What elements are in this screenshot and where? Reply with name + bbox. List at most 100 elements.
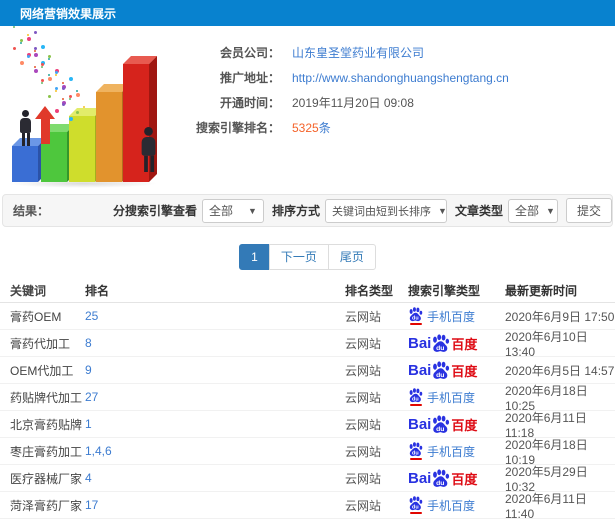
rank-type-cell: 云网站 bbox=[345, 498, 382, 513]
rank-type-cell: 云网站 bbox=[345, 417, 382, 432]
chevron-down-icon: ▼ bbox=[248, 205, 257, 216]
engine-cell: Bai du 百度 bbox=[408, 333, 505, 353]
svg-text:du: du bbox=[436, 425, 444, 432]
engine-label: 手机百度 bbox=[427, 390, 476, 405]
baidu-paw-icon: du bbox=[433, 333, 450, 351]
baidu-paw-icon: du bbox=[433, 468, 450, 486]
article-type-select[interactable]: 全部 ▼ bbox=[507, 198, 558, 223]
rank-cell: 1 bbox=[85, 417, 345, 431]
ranking-count-number: 5325 bbox=[292, 121, 319, 135]
col-engine-type: 搜索引擎类型 bbox=[408, 284, 481, 298]
svg-text:du: du bbox=[412, 451, 419, 457]
rank-link[interactable]: 4 bbox=[85, 471, 92, 485]
baidu-logo: Bai du 百度 bbox=[408, 414, 477, 434]
baidu-paw-icon: du bbox=[433, 414, 450, 432]
company-name-link[interactable]: 山东皇圣堂药业有限公司 bbox=[292, 44, 424, 61]
next-page-button[interactable]: 下一页 bbox=[268, 244, 329, 270]
engine-cell: du 手机百度 bbox=[408, 307, 505, 325]
rank-link[interactable]: 1 bbox=[85, 417, 92, 431]
baidu-logo: Bai du 百度 bbox=[408, 468, 477, 488]
engine-cell: Bai du 百度 bbox=[408, 414, 505, 434]
rank-cell: 9 bbox=[85, 363, 345, 377]
svg-text:du: du bbox=[436, 479, 444, 486]
svg-text:du: du bbox=[412, 397, 419, 403]
rank-link[interactable]: 1,4,6 bbox=[85, 444, 112, 458]
info-row-url: 推广地址： http://www.shandonghuangshengtang.… bbox=[185, 65, 615, 90]
engine-filter-select[interactable]: 全部 ▼ bbox=[201, 198, 264, 223]
baidu-logo: Bai du 百度 bbox=[408, 360, 478, 380]
rank-type-cell: 云网站 bbox=[345, 363, 382, 378]
sort-select[interactable]: 关键词由短到长排序 ▼ bbox=[324, 198, 447, 223]
rank-type-cell: 云网站 bbox=[345, 336, 382, 351]
sort-label: 排序方式 bbox=[271, 204, 320, 218]
rank-cell: 17 bbox=[85, 498, 345, 512]
page-title: 网络营销效果展示 bbox=[20, 6, 117, 21]
bar-chart-illustration bbox=[2, 25, 185, 188]
updated-time-cell: 2020年6月10日 13:40 bbox=[505, 329, 588, 359]
keyword-cell: 膏药代加工 bbox=[10, 336, 71, 351]
baidu-wordmark: Bai bbox=[408, 361, 432, 379]
rank-type-cell: 云网站 bbox=[345, 309, 382, 324]
table-row: 菏泽膏药厂家 17 云网站 du 手机百度 2020年6月11日 11:40 bbox=[0, 492, 615, 520]
svg-text:du: du bbox=[412, 505, 419, 511]
article-type-value: 全部 bbox=[514, 204, 539, 218]
engine-label: 手机百度 bbox=[427, 498, 476, 513]
summary-section: 会员公司： 山东皇圣堂药业有限公司 推广地址： http://www.shand… bbox=[0, 25, 615, 194]
baidu-wordmark: Bai bbox=[408, 334, 432, 352]
rank-cell: 1,4,6 bbox=[85, 444, 345, 458]
pagination-wrap: 1 下一页 尾页 bbox=[0, 227, 615, 279]
engine-cell: Bai du 百度 bbox=[408, 468, 505, 488]
company-info-list: 会员公司： 山东皇圣堂药业有限公司 推广地址： http://www.shand… bbox=[185, 26, 615, 140]
rank-type-cell: 云网站 bbox=[345, 390, 382, 405]
col-keyword: 关键词 bbox=[10, 284, 47, 298]
keyword-cell: 北京膏药贴牌 bbox=[10, 417, 83, 432]
ranking-count-value[interactable]: 5325条 bbox=[292, 119, 331, 136]
engine-filter-value: 全部 bbox=[208, 204, 233, 218]
rank-link[interactable]: 8 bbox=[85, 336, 92, 350]
engine-cell: du 手机百度 bbox=[408, 388, 505, 406]
svg-text:du: du bbox=[436, 344, 444, 351]
table-header-row: 关键词 排名 排名类型 搜索引擎类型 最新更新时间 bbox=[0, 279, 615, 303]
engine-label: 百度 bbox=[451, 336, 478, 352]
chevron-down-icon: ▼ bbox=[546, 205, 555, 216]
sort-value: 关键词由短到长排序 bbox=[331, 205, 431, 218]
keyword-cell: 枣庄膏药加工 bbox=[10, 444, 83, 459]
businessman-figure-left bbox=[17, 110, 34, 146]
mobile-baidu-logo: du 手机百度 bbox=[408, 496, 475, 514]
col-rank: 排名 bbox=[85, 284, 110, 298]
submit-button[interactable]: 提交 bbox=[565, 198, 612, 223]
baidu-paw-icon: du bbox=[409, 442, 423, 457]
pagination: 1 下一页 尾页 bbox=[239, 244, 376, 270]
mobile-baidu-logo: du 手机百度 bbox=[408, 307, 475, 325]
col-updated: 最新更新时间 bbox=[505, 284, 578, 298]
mobile-baidu-logo: du 手机百度 bbox=[408, 388, 475, 406]
baidu-paw-icon: du bbox=[409, 388, 423, 403]
last-page-button[interactable]: 尾页 bbox=[327, 244, 376, 270]
rank-link[interactable]: 25 bbox=[85, 309, 98, 323]
promo-url-link[interactable]: http://www.shandonghuangshengtang.cn bbox=[292, 71, 509, 85]
engine-label: 百度 bbox=[451, 363, 478, 379]
keyword-cell: 医疗器械厂家 bbox=[10, 471, 83, 486]
info-row-open-time: 开通时间： 2019年11月20日 09:08 bbox=[185, 90, 615, 115]
baidu-paw-icon: du bbox=[409, 307, 423, 322]
table-row: 医疗器械厂家 4 云网站 Bai du 百度 2020年5月29日 10:32 bbox=[0, 465, 615, 494]
info-row-company: 会员公司： 山东皇圣堂药业有限公司 bbox=[185, 40, 615, 65]
page-1-button[interactable]: 1 bbox=[239, 244, 270, 270]
open-time-value: 2019年11月20日 09:08 bbox=[292, 96, 414, 110]
rank-link[interactable]: 17 bbox=[85, 498, 98, 512]
filter-toolbar: 结果： 分搜索引擎查看 全部 ▼ 排序方式 关键词由短到长排序 ▼ 文章类型 全… bbox=[2, 194, 613, 227]
ranking-count-label: 搜索引擎排名： bbox=[195, 121, 280, 135]
baidu-wordmark: Bai bbox=[408, 415, 432, 433]
rank-cell: 27 bbox=[85, 390, 345, 404]
page-titlebar: 网络营销效果展示 bbox=[0, 0, 615, 26]
rank-link[interactable]: 27 bbox=[85, 390, 98, 404]
rank-link[interactable]: 9 bbox=[85, 363, 92, 377]
rank-type-cell: 云网站 bbox=[345, 444, 382, 459]
engine-cell: du 手机百度 bbox=[408, 496, 505, 514]
engine-label: 手机百度 bbox=[427, 444, 476, 459]
rank-cell: 8 bbox=[85, 336, 345, 350]
table-row: OEM代加工 9 云网站 Bai du 百度 2020年6月5日 14:57 bbox=[0, 357, 615, 384]
table-row: 膏药OEM 25 云网站 du 手机百度 2020年6月9日 17:50 bbox=[0, 303, 615, 330]
company-label: 会员公司： bbox=[219, 46, 280, 60]
rank-cell: 25 bbox=[85, 309, 345, 323]
